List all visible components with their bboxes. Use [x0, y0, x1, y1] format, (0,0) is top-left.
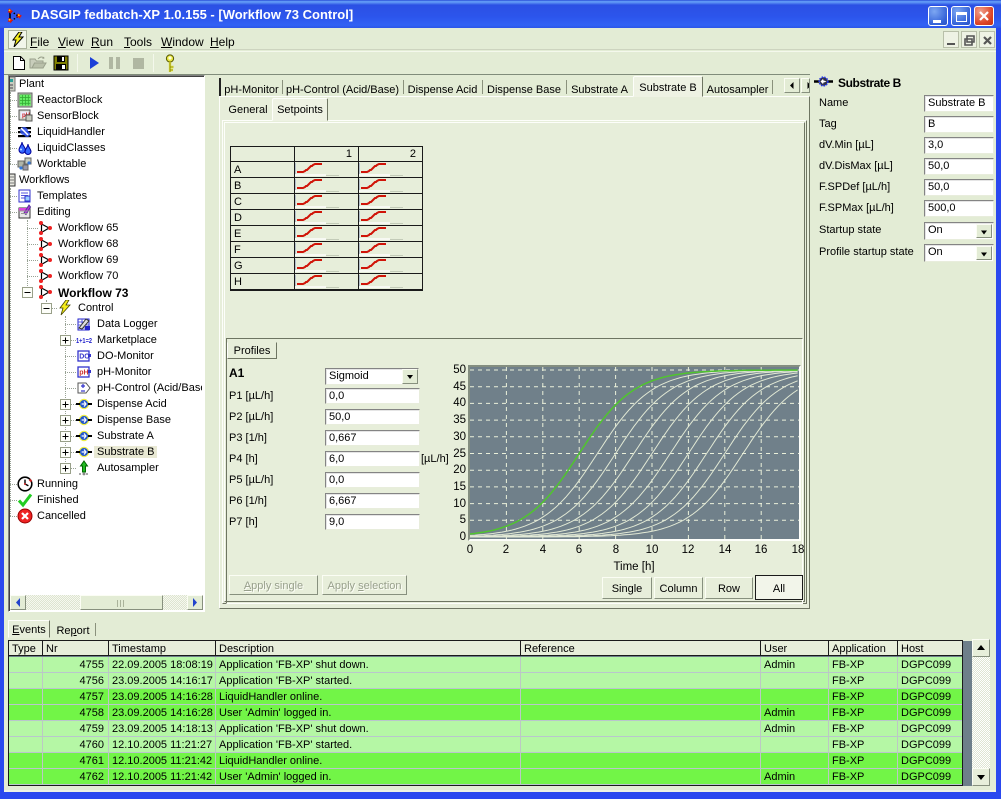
svg-text:pH: pH — [79, 370, 88, 377]
svg-text:1+1=2: 1+1=2 — [76, 336, 92, 345]
